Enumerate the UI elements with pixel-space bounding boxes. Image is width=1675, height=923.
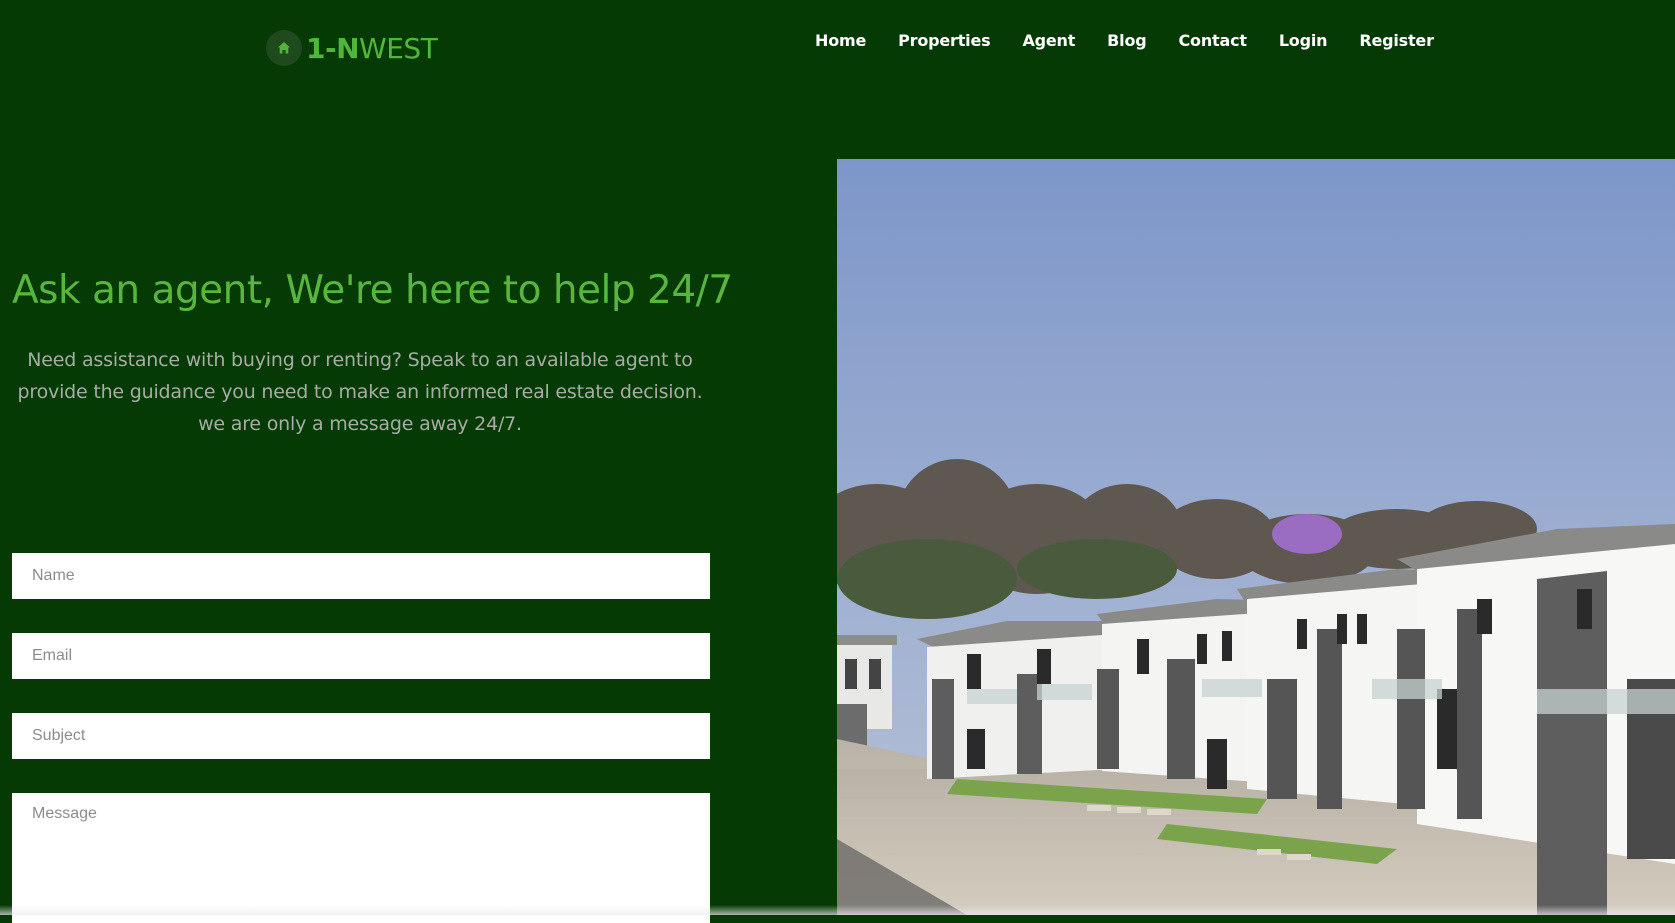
nav-properties[interactable]: Properties: [898, 33, 991, 49]
brand-name-light: WEST: [359, 31, 438, 65]
email-input[interactable]: [12, 633, 710, 679]
nav-login[interactable]: Login: [1279, 33, 1328, 49]
name-input[interactable]: [12, 553, 710, 599]
home-icon: [266, 30, 302, 66]
nav-register[interactable]: Register: [1359, 33, 1434, 49]
main-nav: Home Properties Agent Blog Contact Login…: [798, 0, 1434, 82]
nav-contact[interactable]: Contact: [1179, 33, 1248, 49]
page-headline: Ask an agent, We're here to help 24/7: [12, 268, 733, 313]
page-bottom-edge: [0, 905, 1675, 915]
brand-name-strong: 1-N: [306, 31, 360, 65]
nav-blog[interactable]: Blog: [1107, 33, 1147, 49]
brand-logo[interactable]: 1-N WEST: [266, 28, 438, 68]
nav-home[interactable]: Home: [815, 33, 866, 49]
message-textarea[interactable]: [12, 793, 710, 923]
subject-input[interactable]: [12, 713, 710, 759]
property-photo: [837, 159, 1675, 915]
page-description: Need assistance with buying or renting? …: [17, 349, 703, 435]
nav-agent[interactable]: Agent: [1022, 33, 1075, 49]
